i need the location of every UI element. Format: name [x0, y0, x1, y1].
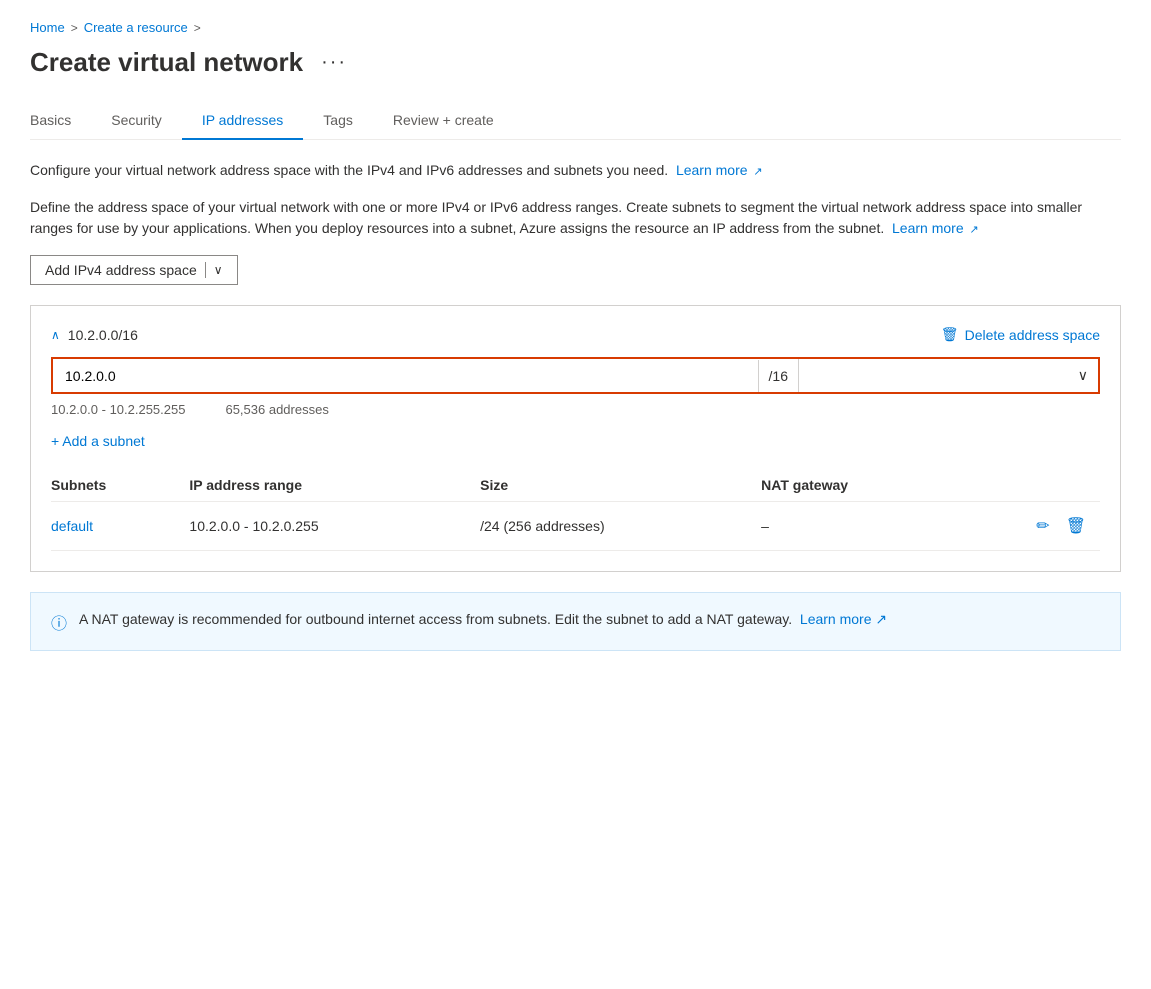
button-divider [205, 262, 206, 278]
col-header-subnets: Subnets [51, 469, 189, 502]
info-learn-more-link[interactable]: Learn more ↗ [800, 611, 887, 627]
address-space-container: ∧ 10.2.0.0/16 🗑 Delete address space /16… [30, 305, 1121, 572]
tab-review-create[interactable]: Review + create [373, 102, 514, 140]
info-external-link-icon: ↗ [875, 611, 887, 627]
table-row: default 10.2.0.0 - 10.2.0.255 /24 (256 a… [51, 502, 1100, 551]
add-subnet-label: + Add a subnet [51, 433, 145, 449]
edit-icon: ✏ [1036, 518, 1049, 535]
address-space-label: 10.2.0.0/16 [68, 327, 138, 343]
learn-more-link-1[interactable]: Learn more ↗ [676, 162, 763, 178]
trash-icon: 🗑 [941, 326, 959, 343]
col-header-nat: NAT gateway [761, 469, 965, 502]
info-icon: ⓘ [51, 610, 67, 634]
breadcrumb-sep1: > [71, 21, 78, 35]
info-banner-message: A NAT gateway is recommended for outboun… [79, 611, 792, 627]
info-banner-text: A NAT gateway is recommended for outboun… [79, 609, 887, 630]
subnet-ip-range: 10.2.0.0 - 10.2.0.255 [189, 502, 480, 551]
breadcrumb: Home > Create a resource > [30, 20, 1121, 35]
subnet-nat-gateway: – [761, 502, 965, 551]
description-2: Define the address space of your virtual… [30, 197, 1121, 239]
col-header-actions [965, 469, 1100, 502]
subnet-size: /24 (256 addresses) [480, 502, 761, 551]
cidr-prefix-display: /16 [758, 360, 798, 392]
collapse-icon[interactable]: ∧ [51, 328, 60, 342]
page-title-row: Create virtual network ··· [30, 47, 1121, 78]
tab-security[interactable]: Security [91, 102, 182, 140]
info-banner: ⓘ A NAT gateway is recommended for outbo… [30, 592, 1121, 651]
cidr-chevron-icon: ∨ [1078, 367, 1088, 384]
subnets-table-body: default 10.2.0.0 - 10.2.0.255 /24 (256 a… [51, 502, 1100, 551]
action-icons: ✏ 🗑 [965, 514, 1088, 538]
add-subnet-button[interactable]: + Add a subnet [51, 433, 145, 449]
description-1: Configure your virtual network address s… [30, 160, 1121, 181]
ellipsis-button[interactable]: ··· [315, 49, 353, 76]
edit-subnet-button[interactable]: ✏ [1034, 514, 1051, 538]
description-1-text: Configure your virtual network address s… [30, 162, 668, 178]
tab-ip-addresses[interactable]: IP addresses [182, 102, 303, 140]
ip-address-input[interactable] [53, 360, 758, 392]
external-link-icon-1: ↗ [753, 166, 762, 178]
cidr-dropdown-inner: ∨ [809, 367, 1088, 384]
address-count: 65,536 addresses [225, 402, 328, 417]
delete-space-label: Delete address space [965, 327, 1100, 343]
breadcrumb-create-resource[interactable]: Create a resource [84, 20, 188, 35]
breadcrumb-sep2: > [194, 21, 201, 35]
col-header-ip-range: IP address range [189, 469, 480, 502]
learn-more-link-2[interactable]: Learn more ↗ [892, 220, 979, 236]
chevron-down-icon: ∨ [214, 263, 223, 277]
page-title: Create virtual network [30, 47, 303, 78]
delete-address-space-button[interactable]: 🗑 Delete address space [941, 326, 1100, 343]
delete-icon: 🗑 [1066, 518, 1086, 535]
subnet-actions: ✏ 🗑 [965, 502, 1100, 551]
add-ipv4-label: Add IPv4 address space [45, 262, 197, 278]
address-header: ∧ 10.2.0.0/16 🗑 Delete address space [51, 326, 1100, 343]
subnet-name-default[interactable]: default [51, 502, 189, 551]
external-link-icon-2: ↗ [970, 224, 979, 236]
add-ipv4-button[interactable]: Add IPv4 address space ∨ [30, 255, 238, 285]
tab-tags[interactable]: Tags [303, 102, 373, 140]
delete-subnet-button[interactable]: 🗑 [1064, 514, 1088, 538]
subnets-table: Subnets IP address range Size NAT gatewa… [51, 469, 1100, 551]
ip-range-text: 10.2.0.0 - 10.2.255.255 [51, 402, 185, 417]
cidr-dropdown[interactable]: ∨ [798, 359, 1098, 392]
subnets-table-header: Subnets IP address range Size NAT gatewa… [51, 469, 1100, 502]
tab-basics[interactable]: Basics [30, 102, 91, 140]
ip-range-info: 10.2.0.0 - 10.2.255.255 65,536 addresses [51, 402, 1100, 417]
tabs-bar: Basics Security IP addresses Tags Review… [30, 102, 1121, 140]
ip-input-row: /16 ∨ [51, 357, 1100, 394]
col-header-size: Size [480, 469, 761, 502]
address-title: ∧ 10.2.0.0/16 [51, 327, 138, 343]
breadcrumb-home[interactable]: Home [30, 20, 65, 35]
